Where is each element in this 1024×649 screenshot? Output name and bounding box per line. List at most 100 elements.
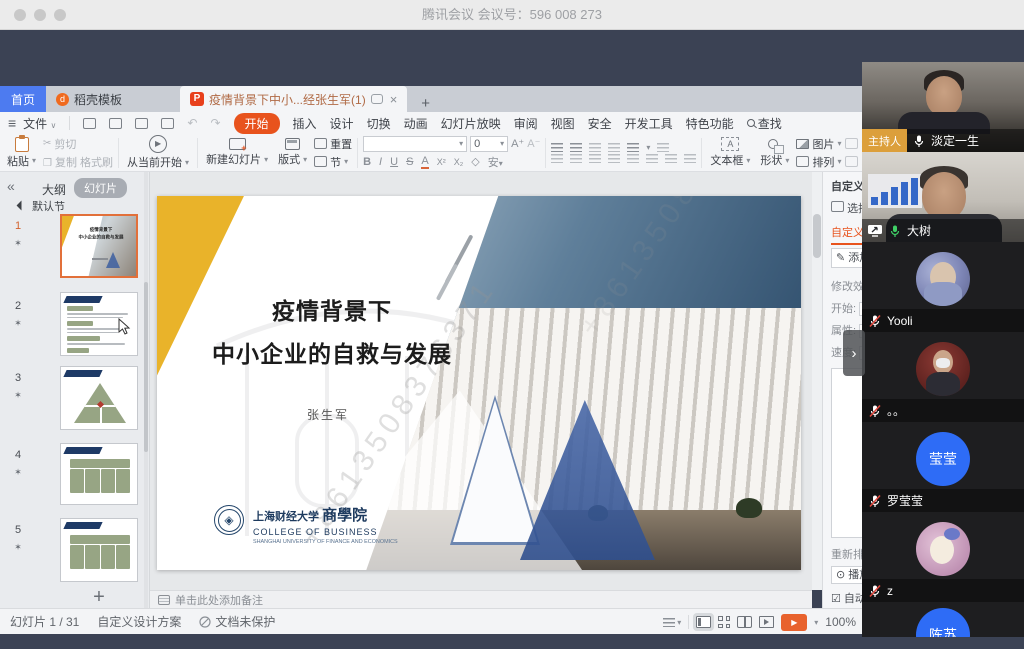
auto-preview-checkbox[interactable]: ☑ 自动预览 (831, 590, 862, 606)
zoom-level[interactable]: 100% (825, 615, 856, 629)
slide-sorter-view-button[interactable] (718, 616, 730, 628)
numbering-icon[interactable] (570, 143, 582, 152)
strikethrough-button[interactable]: S (406, 156, 413, 168)
menu-find[interactable]: 查找 (747, 115, 782, 132)
play-slideshow-button[interactable]: ▶ (781, 614, 807, 631)
decrease-indent-icon[interactable] (589, 143, 601, 152)
fill-button[interactable]: 填充▾ (845, 136, 862, 152)
thumbnail-slide-3[interactable] (60, 366, 138, 430)
thumbnail-slide-4[interactable] (60, 443, 138, 505)
select-pane-button[interactable]: 选择窗格 (831, 200, 862, 216)
paste-button[interactable]: 粘贴▾ (4, 137, 39, 169)
preview-icon[interactable] (161, 118, 174, 129)
tab-home[interactable]: 首页 (0, 86, 46, 112)
undo-icon[interactable]: ↶ (187, 116, 197, 130)
font-color-button[interactable]: A (421, 155, 428, 169)
superscript-button[interactable]: X² (437, 157, 446, 167)
tab-slides[interactable]: 幻灯片 (74, 178, 127, 198)
add-slide-button[interactable]: + (60, 586, 138, 609)
indent-more-icon[interactable] (665, 154, 677, 163)
slideshow-view-button[interactable] (759, 616, 774, 628)
justify-icon[interactable] (608, 154, 620, 163)
anim-tab[interactable]: 自定义动画 (831, 224, 862, 245)
outline-button[interactable]: 轮廓▾ (845, 154, 862, 170)
slide-title-line1[interactable]: 疫情背景下 (157, 292, 507, 326)
slide-author[interactable]: 张生军 (157, 406, 499, 423)
panel-scrollbar-track[interactable] (144, 172, 148, 608)
panel-scrollbar-thumb[interactable] (144, 282, 148, 452)
picture-button[interactable]: 图片▾ (796, 136, 841, 152)
menu-file[interactable]: 文件 ∨ (23, 115, 56, 132)
section-label[interactable]: 默认节 (32, 198, 65, 214)
participant-tile-luoyingying[interactable]: 莹莹 罗莹莹 (862, 422, 1024, 512)
copy-button[interactable]: ❐ 复制 (43, 154, 77, 170)
protection-status[interactable]: 文档未保护 (199, 613, 275, 630)
tab-outline[interactable]: 大纲 (42, 181, 66, 198)
close-tab-icon[interactable]: × (390, 92, 398, 107)
participant-tile-chensu[interactable]: 陈苏 (862, 602, 1024, 637)
play-from-current-button[interactable]: ▶ 从当前开始▾ (124, 135, 192, 170)
menu-design[interactable]: 设计 (330, 115, 354, 132)
subscript-button[interactable]: X₂ (454, 157, 464, 167)
bullets-icon[interactable] (551, 143, 563, 152)
expand-panel-button[interactable]: › (843, 330, 865, 376)
format-painter-button[interactable]: 格式刷 (80, 154, 113, 170)
design-scheme[interactable]: 自定义设计方案 (97, 613, 181, 630)
menu-security[interactable]: 安全 (588, 115, 612, 132)
participant-tile-z[interactable]: z (862, 512, 1024, 602)
menu-transition[interactable]: 切换 (367, 115, 391, 132)
print-icon[interactable] (135, 118, 148, 129)
increase-indent-icon[interactable] (608, 143, 620, 152)
slide-title-line2[interactable]: 中小企业的自救与发展 (157, 335, 507, 369)
play-options-caret[interactable]: ▾ (814, 618, 818, 627)
output-icon[interactable] (109, 118, 122, 129)
menu-slideshow[interactable]: 幻灯片放映 (441, 115, 501, 132)
cut-button[interactable]: ✂剪切 (43, 136, 113, 152)
underline-button[interactable]: U (390, 156, 398, 168)
textbox-button[interactable]: A 文本框▾ (707, 137, 753, 168)
menu-features[interactable]: 特色功能 (686, 115, 734, 132)
new-tab-button[interactable]: + (421, 95, 430, 112)
font-size-select[interactable]: 0▾ (470, 136, 508, 152)
indent-less-icon[interactable] (684, 154, 696, 163)
save-icon[interactable] (83, 118, 96, 129)
participant-video-host[interactable]: 主持人 淡定一生 (862, 62, 1024, 152)
animation-list[interactable] (831, 368, 862, 538)
reset-button[interactable]: 重置 (314, 136, 352, 152)
add-effect-button[interactable]: ✎ 添加效果 (831, 248, 862, 268)
tab-docer[interactable]: d 稻壳模板 (46, 86, 132, 112)
menu-start[interactable]: 开始 (234, 113, 280, 134)
arrange-button[interactable]: 排列▾ (796, 154, 841, 170)
hamburger-icon[interactable]: ≡ (8, 115, 16, 131)
collapse-panel-button[interactable]: « (7, 178, 15, 194)
menu-view[interactable]: 视图 (551, 115, 575, 132)
new-slide-button[interactable]: 新建幻灯片▾ (203, 138, 271, 167)
redo-icon[interactable]: ↷ (210, 116, 220, 130)
section-collapse-icon[interactable] (17, 201, 27, 211)
comment-bubble-icon[interactable] (371, 94, 383, 104)
canvas-scrollbar-track[interactable] (812, 172, 822, 590)
layout-button[interactable]: 版式▾ (275, 138, 310, 167)
align-right-icon[interactable] (589, 154, 601, 163)
font-name-select[interactable]: ▾ (363, 136, 467, 152)
decrease-font-button[interactable]: A⁻ (527, 137, 540, 150)
tab-document[interactable]: P 疫情背景下中小...经张生军(1) × (180, 86, 407, 112)
pinyin-button[interactable]: 安▾ (488, 154, 503, 170)
participant-video-dashu[interactable]: 大树 (862, 152, 1024, 242)
notes-toggle-button[interactable]: ▾ (663, 618, 681, 627)
shapes-button[interactable]: 形状▾ (757, 137, 792, 168)
distribute-icon[interactable] (627, 154, 639, 163)
text-direction-icon[interactable] (657, 143, 669, 152)
increase-font-button[interactable]: A⁺ (511, 137, 524, 150)
notes-bar[interactable]: 单击此处添加备注 (150, 590, 812, 608)
bold-button[interactable]: B (363, 156, 371, 168)
slide-editor[interactable]: +8613508376371 +8613508376371 疫情背景下 中小企业… (157, 196, 801, 570)
clear-format-button[interactable]: ◇ (471, 155, 479, 168)
align-center-icon[interactable] (570, 154, 582, 163)
columns-icon[interactable] (646, 154, 658, 163)
menu-insert[interactable]: 插入 (293, 115, 317, 132)
thumbnail-slide-5[interactable] (60, 518, 138, 582)
canvas-scrollbar-thumb[interactable] (813, 214, 821, 258)
reading-view-button[interactable] (737, 616, 752, 628)
menu-review[interactable]: 审阅 (514, 115, 538, 132)
